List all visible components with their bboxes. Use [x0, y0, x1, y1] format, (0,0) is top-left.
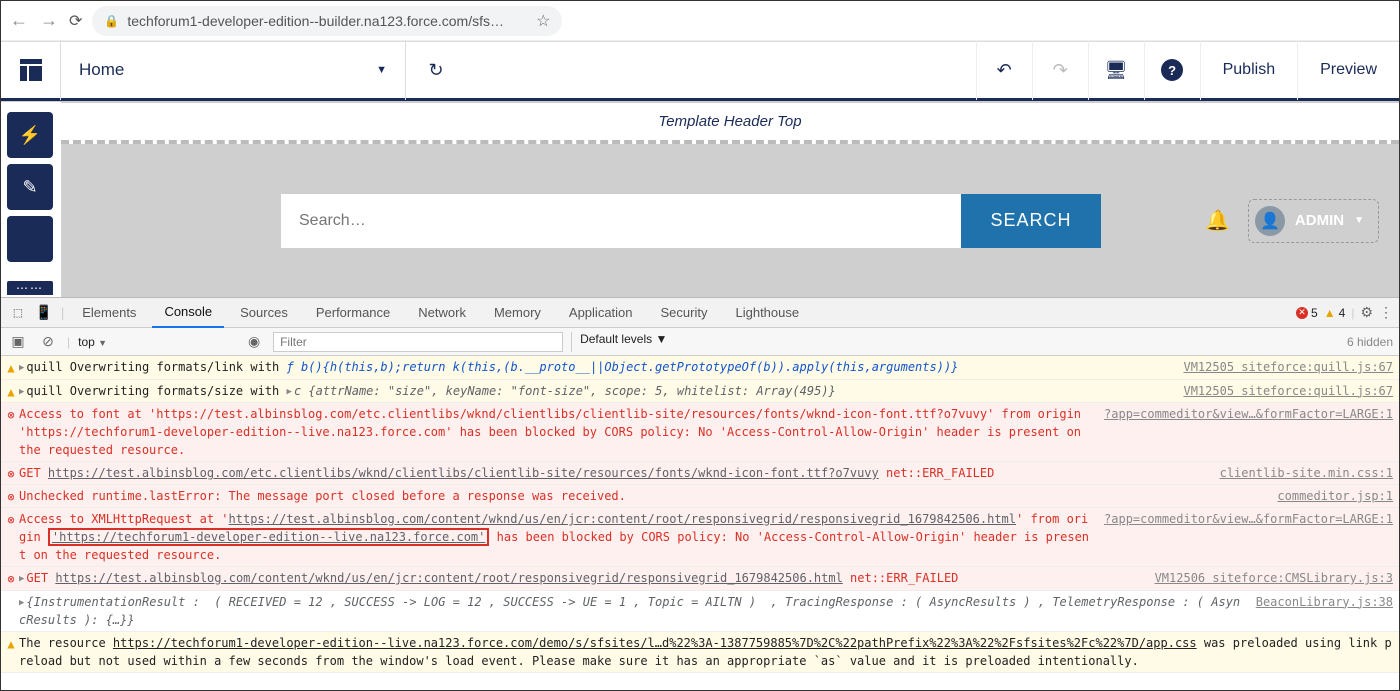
filter-input[interactable]	[273, 332, 563, 352]
error-icon: ⊗	[5, 488, 17, 506]
warning-icon: ▲	[5, 359, 17, 377]
gear-icon[interactable]: ⚙	[1360, 304, 1373, 321]
page-label: Home	[79, 60, 124, 80]
log-row[interactable]: ▲ ▶quill Overwriting formats/link with ƒ…	[1, 356, 1399, 380]
builder-reload-button[interactable]: ↻	[406, 40, 466, 100]
inspect-icon[interactable]: ⬚	[7, 305, 29, 321]
log-row[interactable]: ⊗ Access to font at 'https://test.albins…	[1, 403, 1399, 462]
builder-toolbar: Home ▼ ↻ ↶ ↷ 🖥 ? Publish Preview	[1, 41, 1399, 101]
log-row[interactable]: ⊗ Unchecked runtime.lastError: The messa…	[1, 485, 1399, 508]
tab-console[interactable]: Console	[152, 298, 224, 328]
forward-button[interactable]: →	[39, 10, 59, 31]
avatar-icon: 👤	[1255, 206, 1285, 236]
lightning-icon[interactable]: ⚡	[7, 112, 53, 158]
context-selector[interactable]: top ▼	[78, 335, 107, 349]
log-source-link[interactable]: VM12506 siteforce:CMSLibrary.js:3	[1143, 569, 1393, 588]
clear-console-icon[interactable]: ⊘	[37, 333, 59, 350]
log-row[interactable]: ▶{InstrumentationResult : ( RECEIVED = 1…	[1, 591, 1399, 633]
log-row[interactable]: ▲ ▶quill Overwriting formats/size with ▶…	[1, 380, 1399, 404]
error-icon: ⊗	[5, 465, 17, 483]
desktop-view-icon[interactable]: 🖥	[1088, 40, 1144, 100]
chevron-down-icon: ▼	[1354, 215, 1364, 226]
tab-sources[interactable]: Sources	[228, 298, 300, 328]
log-source-link[interactable]: ?app=commeditor&view…&formFactor=LARGE:1	[1092, 510, 1393, 564]
help-button[interactable]: ?	[1144, 40, 1200, 100]
tab-network[interactable]: Network	[406, 298, 478, 328]
user-menu[interactable]: 👤 ADMIN ▼	[1248, 199, 1379, 243]
search-input[interactable]	[281, 194, 961, 248]
search-component: SEARCH	[281, 194, 1101, 248]
template-header-region[interactable]: Template Header Top	[61, 102, 1399, 144]
sidebar-toggle-icon[interactable]: ▣	[7, 333, 29, 350]
url-text: techforum1-developer-edition--builder.na…	[127, 13, 504, 29]
error-icon: ⊗	[5, 570, 17, 588]
log-row[interactable]: ⊗ GET https://test.albinsblog.com/etc.cl…	[1, 462, 1399, 485]
browser-address-bar: ← → ⟳ 🔒 techforum1-developer-edition--bu…	[1, 1, 1399, 41]
tab-elements[interactable]: Elements	[70, 298, 148, 328]
lock-icon: 🔒	[104, 14, 119, 28]
log-source-link[interactable]: VM12505 siteforce:quill.js:67	[1171, 382, 1393, 401]
layout-icon[interactable]	[1, 40, 61, 100]
log-levels-selector[interactable]: Default levels ▼	[571, 332, 675, 352]
url-bar[interactable]: 🔒 techforum1-developer-edition--builder.…	[92, 6, 562, 36]
devtools-tabs: ⬚ 📱 | Elements Console Sources Performan…	[1, 298, 1399, 328]
error-icon: ⊗	[5, 511, 17, 529]
log-row[interactable]: ⊗ ▶GET https://test.albinsblog.com/conte…	[1, 567, 1399, 591]
warning-count[interactable]: ▲4	[1324, 306, 1346, 320]
log-row[interactable]: ▲ The resource https://techforum1-develo…	[1, 632, 1399, 673]
log-source-link[interactable]: clientlib-site.min.css:1	[1208, 464, 1393, 482]
panel-button[interactable]	[7, 216, 53, 262]
eye-icon[interactable]: ◉	[243, 333, 265, 350]
drag-handle-icon[interactable]: ⋯⋯	[7, 281, 53, 295]
devtools-panel: ⬚ 📱 | Elements Console Sources Performan…	[1, 297, 1399, 690]
publish-button[interactable]: Publish	[1200, 40, 1297, 100]
bell-icon[interactable]: 🔔	[1205, 208, 1230, 233]
side-rail: ⚡ ✎ ⋯⋯	[1, 102, 61, 297]
tab-performance[interactable]: Performance	[304, 298, 402, 328]
redo-button: ↷	[1032, 40, 1088, 100]
hidden-count[interactable]: 6 hidden	[1347, 335, 1393, 349]
device-toggle-icon[interactable]: 📱	[33, 305, 55, 321]
chevron-down-icon: ▼	[376, 64, 387, 76]
undo-button[interactable]: ↶	[976, 40, 1032, 100]
more-icon[interactable]: ⋮	[1379, 304, 1393, 321]
bookmark-star-icon[interactable]: ☆	[536, 11, 550, 31]
preview-button[interactable]: Preview	[1297, 40, 1399, 100]
log-row[interactable]: ⊗ Access to XMLHttpRequest at 'https://t…	[1, 508, 1399, 567]
error-icon: ⊗	[5, 406, 17, 424]
tab-memory[interactable]: Memory	[482, 298, 553, 328]
log-source-link[interactable]: commeditor.jsp:1	[1265, 487, 1393, 505]
log-source-link[interactable]: ?app=commeditor&view…&formFactor=LARGE:1	[1092, 405, 1393, 459]
page-selector[interactable]: Home ▼	[61, 40, 406, 100]
tab-security[interactable]: Security	[649, 298, 720, 328]
warning-icon: ▲	[5, 383, 17, 401]
log-source-link[interactable]: VM12505 siteforce:quill.js:67	[1171, 358, 1393, 377]
search-button[interactable]: SEARCH	[961, 194, 1101, 248]
warning-icon: ▲	[5, 635, 17, 653]
tab-lighthouse[interactable]: Lighthouse	[723, 298, 811, 328]
builder-canvas: ⚡ ✎ ⋯⋯ Template Header Top SEARCH 🔔 👤 AD…	[1, 101, 1399, 297]
back-button[interactable]: ←	[9, 10, 29, 31]
console-toolbar: ▣ ⊘ | top ▼ ◉ Default levels ▼ 6 hidden	[1, 328, 1399, 356]
hero-region: SEARCH 🔔 👤 ADMIN ▼	[61, 144, 1399, 297]
reload-button[interactable]: ⟳	[69, 11, 82, 31]
log-source-link[interactable]: BeaconLibrary.js:38	[1244, 593, 1393, 630]
error-count[interactable]: ✕5	[1296, 306, 1318, 320]
console-log: ▲ ▶quill Overwriting formats/link with ƒ…	[1, 356, 1399, 690]
edit-icon[interactable]: ✎	[7, 164, 53, 210]
user-label: ADMIN	[1295, 212, 1344, 229]
tab-application[interactable]: Application	[557, 298, 645, 328]
